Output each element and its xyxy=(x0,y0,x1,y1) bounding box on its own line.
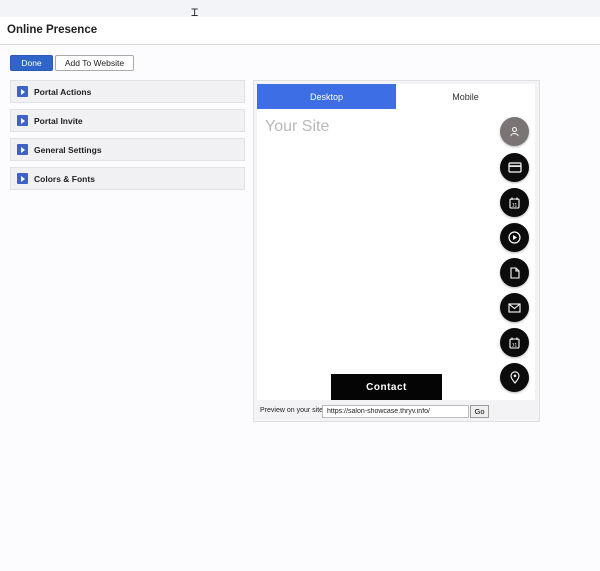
document-icon[interactable] xyxy=(500,258,529,287)
site-preview-canvas xyxy=(257,109,535,400)
credit-card-icon[interactable] xyxy=(500,153,529,182)
page-title: Online Presence xyxy=(7,24,98,36)
section-label: Portal Actions xyxy=(34,86,92,97)
expand-arrow-icon[interactable] xyxy=(17,86,28,97)
site-title: Your Site xyxy=(265,118,330,135)
tab-desktop[interactable]: Desktop xyxy=(257,84,396,109)
expand-arrow-icon[interactable] xyxy=(17,173,28,184)
section-label: Colors & Fonts xyxy=(34,173,95,184)
location-pin-icon[interactable] xyxy=(500,363,529,392)
svg-text:31: 31 xyxy=(512,342,518,347)
user-icon[interactable] xyxy=(500,117,529,146)
section-portal-actions[interactable]: Portal Actions xyxy=(10,80,245,103)
calendar-icon[interactable]: 31 xyxy=(500,188,529,217)
preview-url-label: Preview on your site xyxy=(260,407,324,414)
play-icon[interactable] xyxy=(500,223,529,252)
add-to-website-button[interactable]: Add To Website xyxy=(55,55,134,71)
expand-arrow-icon[interactable] xyxy=(17,115,28,126)
expand-arrow-icon[interactable] xyxy=(17,144,28,155)
section-label: General Settings xyxy=(34,144,102,155)
browser-top-strip xyxy=(0,0,600,17)
section-colors-fonts[interactable]: Colors & Fonts xyxy=(10,167,245,190)
mail-icon[interactable] xyxy=(500,293,529,322)
section-general-settings[interactable]: General Settings xyxy=(10,138,245,161)
contact-button[interactable]: Contact xyxy=(331,374,442,400)
svg-text:31: 31 xyxy=(512,202,518,207)
tab-mobile[interactable]: Mobile xyxy=(396,84,535,109)
go-button[interactable]: Go xyxy=(470,405,489,418)
section-portal-invite[interactable]: Portal Invite xyxy=(10,109,245,132)
section-label: Portal Invite xyxy=(34,115,83,126)
calendar-icon[interactable]: 31 xyxy=(500,328,529,357)
done-button[interactable]: Done xyxy=(10,55,53,71)
preview-url-input[interactable] xyxy=(322,405,469,418)
